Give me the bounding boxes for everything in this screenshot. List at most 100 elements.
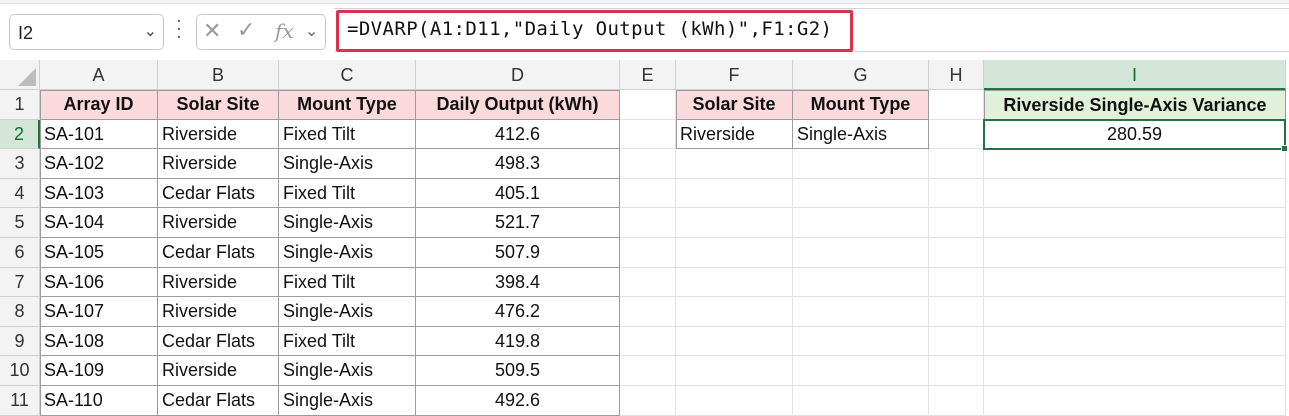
grid-cell[interactable] — [793, 208, 929, 238]
table-cell[interactable]: Riverside — [158, 267, 279, 298]
chevron-down-icon[interactable]: ⌄ — [305, 21, 318, 40]
table-cell[interactable]: Cedar Flats — [158, 386, 279, 416]
grid-cell[interactable] — [929, 90, 984, 120]
table-cell[interactable]: SA-105 — [40, 238, 158, 268]
table-cell[interactable]: 498.3 — [416, 149, 620, 179]
chevron-down-icon[interactable]: ⌄ — [144, 21, 157, 40]
row-header-4[interactable]: 4 — [0, 178, 40, 209]
column-header-b[interactable]: B — [158, 60, 279, 90]
table-cell[interactable]: SA-110 — [40, 386, 158, 416]
grid-cell[interactable] — [676, 326, 793, 357]
table-cell[interactable]: Fixed Tilt — [279, 267, 416, 298]
column-header-h[interactable]: H — [929, 60, 984, 90]
grid-cell[interactable] — [620, 238, 676, 268]
column-header-a[interactable]: A — [40, 60, 158, 90]
grid-cell[interactable] — [676, 267, 793, 298]
grid-cell[interactable] — [793, 356, 929, 386]
row-header-1[interactable]: 1 — [0, 90, 40, 120]
result-header-cell[interactable]: Riverside Single-Axis Variance — [984, 90, 1286, 120]
grid-cell[interactable] — [620, 326, 676, 357]
grid-cell[interactable] — [620, 178, 676, 209]
row-header-11[interactable]: 11 — [0, 386, 40, 416]
column-header-d[interactable]: D — [416, 60, 620, 90]
grid-cell[interactable] — [793, 297, 929, 327]
table-cell[interactable]: Single-Axis — [279, 208, 416, 238]
column-header-c[interactable]: C — [279, 60, 416, 90]
grid-cell[interactable] — [984, 326, 1286, 357]
column-header-i[interactable]: I — [984, 60, 1286, 90]
table-cell[interactable]: Riverside — [158, 119, 279, 150]
table-cell[interactable]: 398.4 — [416, 267, 620, 298]
table-header-cell[interactable]: Mount Type — [279, 90, 416, 120]
grid-cell[interactable] — [676, 297, 793, 327]
grid-cell[interactable] — [620, 119, 676, 150]
grid-cell[interactable] — [929, 178, 984, 209]
formula-text[interactable]: =DVARP(A1:D11,"Daily Output (kWh)",F1:G2… — [347, 18, 832, 40]
table-cell[interactable]: SA-104 — [40, 208, 158, 238]
table-cell[interactable]: Riverside — [158, 356, 279, 386]
row-header-9[interactable]: 9 — [0, 326, 40, 357]
grid-cell[interactable] — [929, 208, 984, 238]
grid-cell[interactable] — [929, 297, 984, 327]
table-cell[interactable]: 419.8 — [416, 326, 620, 357]
grid-cell[interactable] — [620, 90, 676, 120]
row-header-5[interactable]: 5 — [0, 208, 40, 238]
table-cell[interactable]: SA-101 — [40, 119, 158, 150]
table-cell[interactable]: Single-Axis — [279, 356, 416, 386]
grid-cell[interactable] — [793, 386, 929, 416]
table-cell[interactable]: 521.7 — [416, 208, 620, 238]
table-cell[interactable]: SA-107 — [40, 297, 158, 327]
table-cell[interactable]: Cedar Flats — [158, 326, 279, 357]
grid-cell[interactable] — [929, 238, 984, 268]
grid-cell[interactable] — [984, 238, 1286, 268]
criteria-header-cell[interactable]: Mount Type — [793, 90, 929, 120]
table-header-cell[interactable]: Solar Site — [158, 90, 279, 120]
grid-cell[interactable] — [793, 238, 929, 268]
cancel-icon[interactable]: ✕ — [203, 19, 221, 44]
grid-cell[interactable] — [676, 178, 793, 209]
insert-function-icon[interactable]: fx — [275, 19, 294, 43]
grid-cell[interactable] — [620, 297, 676, 327]
row-header-10[interactable]: 10 — [0, 356, 40, 386]
table-cell[interactable]: SA-106 — [40, 267, 158, 298]
grid-cell[interactable] — [676, 208, 793, 238]
table-cell[interactable]: Fixed Tilt — [279, 119, 416, 150]
grid-cell[interactable] — [676, 149, 793, 179]
table-cell[interactable]: SA-102 — [40, 149, 158, 179]
table-cell[interactable]: Single-Axis — [279, 297, 416, 327]
grid-cell[interactable] — [984, 356, 1286, 386]
grid-cell[interactable] — [929, 326, 984, 357]
table-header-cell[interactable]: Daily Output (kWh) — [416, 90, 620, 120]
grid-cell[interactable] — [929, 149, 984, 179]
grid-cell[interactable] — [984, 267, 1286, 298]
fill-handle[interactable] — [1281, 145, 1288, 153]
table-cell[interactable]: 509.5 — [416, 356, 620, 386]
table-cell[interactable]: Single-Axis — [279, 238, 416, 268]
column-header-e[interactable]: E — [620, 60, 676, 90]
criteria-value-cell[interactable]: Riverside — [676, 119, 793, 150]
grid-cell[interactable] — [984, 149, 1286, 179]
criteria-header-cell[interactable]: Solar Site — [676, 90, 793, 120]
grid-cell[interactable] — [676, 356, 793, 386]
grid-cell[interactable] — [676, 238, 793, 268]
row-header-7[interactable]: 7 — [0, 267, 40, 298]
grid-cell[interactable] — [984, 178, 1286, 209]
grid-cell[interactable] — [793, 178, 929, 209]
grid-cell[interactable] — [929, 356, 984, 386]
enter-icon[interactable]: ✓ — [237, 18, 255, 43]
row-header-6[interactable]: 6 — [0, 238, 40, 268]
name-box[interactable]: I2 ⌄ — [9, 14, 164, 50]
grid-cell[interactable] — [620, 356, 676, 386]
table-cell[interactable]: 405.1 — [416, 178, 620, 209]
table-cell[interactable]: Fixed Tilt — [279, 326, 416, 357]
column-header-g[interactable]: G — [793, 60, 929, 90]
table-cell[interactable]: Cedar Flats — [158, 238, 279, 268]
row-header-3[interactable]: 3 — [0, 149, 40, 179]
grid-cell[interactable] — [793, 149, 929, 179]
grid-cell[interactable] — [984, 208, 1286, 238]
result-value-cell[interactable]: 280.59 — [984, 119, 1286, 150]
grid-cell[interactable] — [984, 297, 1286, 327]
table-cell[interactable]: Fixed Tilt — [279, 178, 416, 209]
table-cell[interactable]: 507.9 — [416, 238, 620, 268]
table-cell[interactable]: Single-Axis — [279, 149, 416, 179]
